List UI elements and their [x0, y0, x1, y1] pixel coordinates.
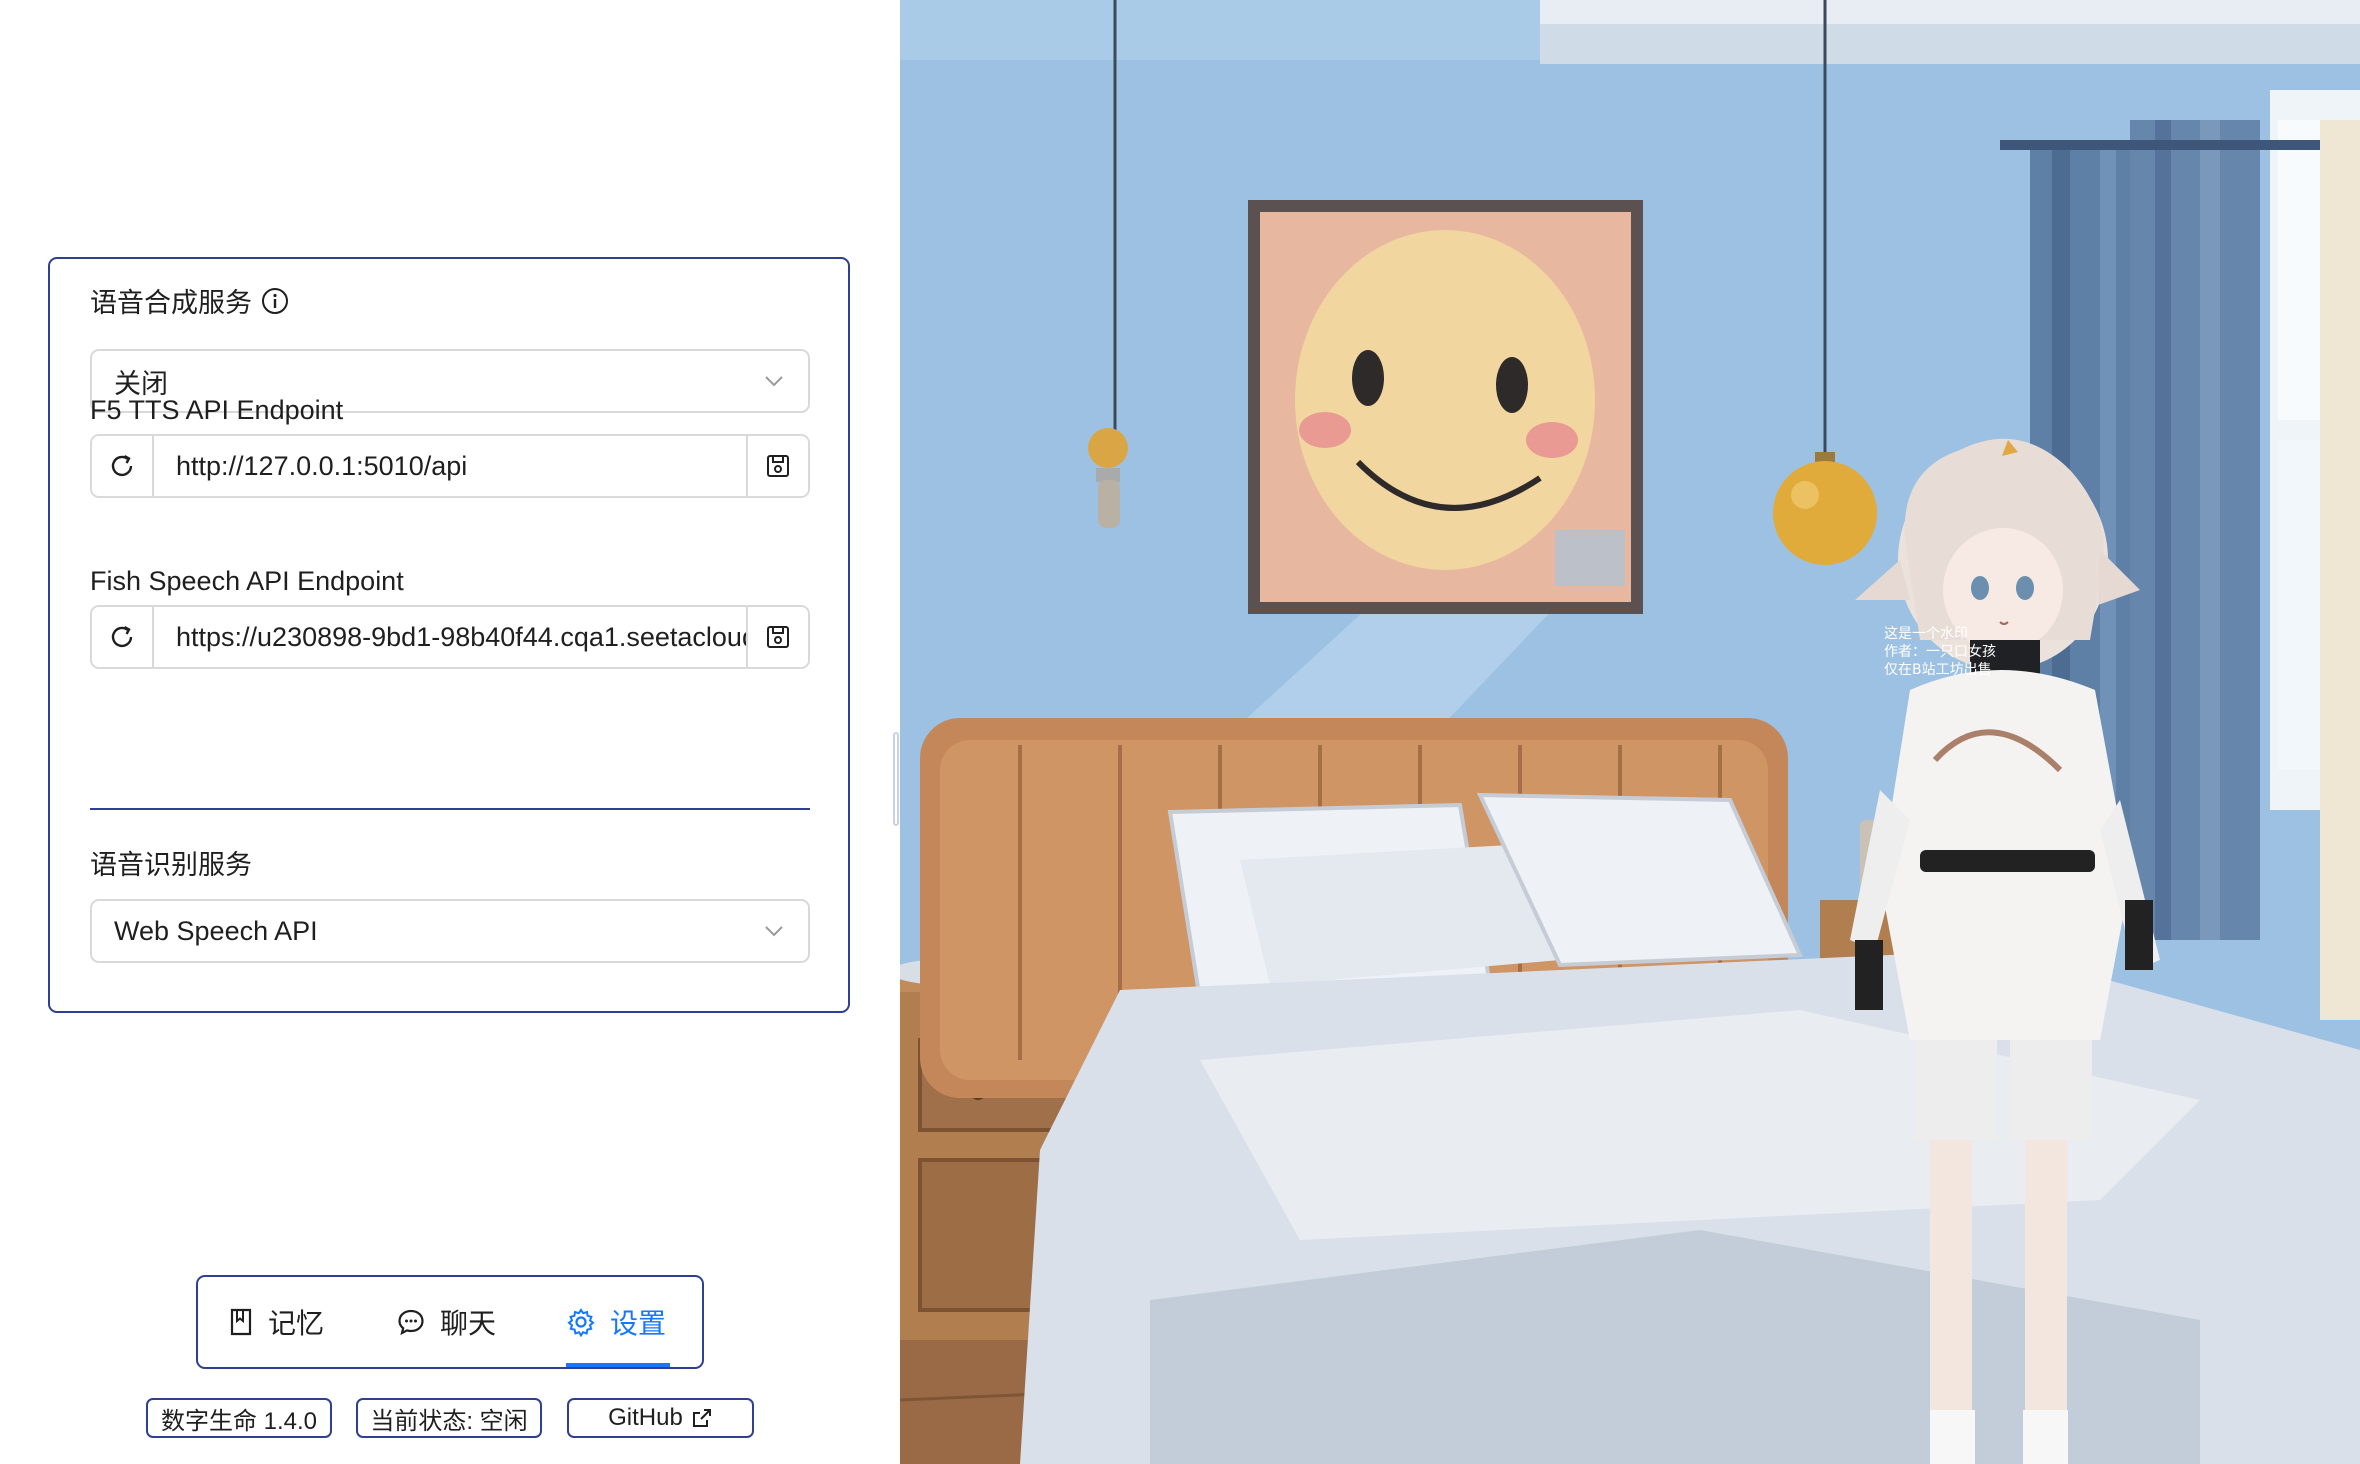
panel-resize-handle[interactable]	[893, 732, 899, 826]
watermark-line-2: 作者：一只口女孩	[1884, 643, 1996, 660]
voice-settings-card: 语音合成服务 关闭 F5 TTS API Endpoint http://127…	[48, 257, 850, 1013]
fish-speech-endpoint-input[interactable]: https://u230898-9bd1-98b40f44.cqa1.seeta…	[154, 607, 746, 667]
hanging-lamp-round	[1773, 461, 1877, 565]
bottom-tab-bar: 记忆 聊天 设置	[196, 1275, 704, 1369]
watermark-line-3: 仅在B站工坊出售	[1884, 662, 1992, 678]
f5-tts-endpoint-input[interactable]: http://127.0.0.1:5010/api	[154, 436, 746, 496]
version-badge: 数字生命 1.4.0	[146, 1398, 332, 1438]
tab-chat[interactable]: 聊天	[396, 1277, 496, 1367]
github-link[interactable]: GitHub	[567, 1398, 754, 1438]
curtain-sheer	[2320, 120, 2360, 1020]
refresh-icon	[111, 454, 133, 477]
curtain-rod	[2000, 140, 2360, 150]
tab-chat-label: 聊天	[440, 1308, 497, 1339]
tab-memory-label: 记忆	[268, 1308, 325, 1339]
refresh-icon	[111, 625, 133, 648]
section-divider	[90, 808, 810, 810]
fish-speech-label: Fish Speech API Endpoint	[90, 566, 404, 596]
book-icon	[230, 1308, 252, 1336]
asr-service-label: 语音识别服务	[90, 850, 252, 880]
status-badge: 当前状态: 空闲	[356, 1398, 542, 1438]
f5-save-button[interactable]	[746, 436, 808, 496]
external-link-icon	[692, 1409, 711, 1427]
asr-service-value: Web Speech API	[114, 915, 318, 946]
tab-memory[interactable]: 记忆	[228, 1277, 324, 1367]
f5-tts-endpoint-group: http://127.0.0.1:5010/api	[90, 434, 810, 498]
watermark-line-1: 这是一个水印	[1884, 625, 1968, 642]
fish-save-button[interactable]	[746, 607, 808, 667]
fish-speech-endpoint-group: https://u230898-9bd1-98b40f44.cqa1.seeta…	[90, 605, 810, 669]
fish-reset-button[interactable]	[92, 607, 154, 667]
f5-tts-label: F5 TTS API Endpoint	[90, 395, 344, 425]
f5-reset-button[interactable]	[92, 436, 154, 496]
character-scene: 这是一个水印 作者：一只口女孩 仅在B站工坊出售	[900, 0, 2360, 1464]
tab-settings-label: 设置	[610, 1308, 667, 1339]
asr-service-select[interactable]: Web Speech API	[90, 899, 810, 963]
chevron-down-icon	[762, 369, 786, 393]
chevron-down-icon	[762, 919, 786, 943]
tts-service-label: 语音合成服务	[90, 281, 290, 320]
settings-panel: 语音合成服务 关闭 F5 TTS API Endpoint http://127…	[0, 0, 900, 1464]
active-tab-indicator	[566, 1363, 670, 1367]
save-icon	[767, 626, 789, 648]
gear-icon	[567, 1308, 595, 1337]
info-icon[interactable]	[260, 286, 290, 316]
save-icon	[767, 455, 789, 477]
hanging-lamp-small	[1088, 428, 1128, 468]
tab-settings[interactable]: 设置	[566, 1277, 666, 1367]
chat-bubble-icon	[398, 1309, 424, 1336]
